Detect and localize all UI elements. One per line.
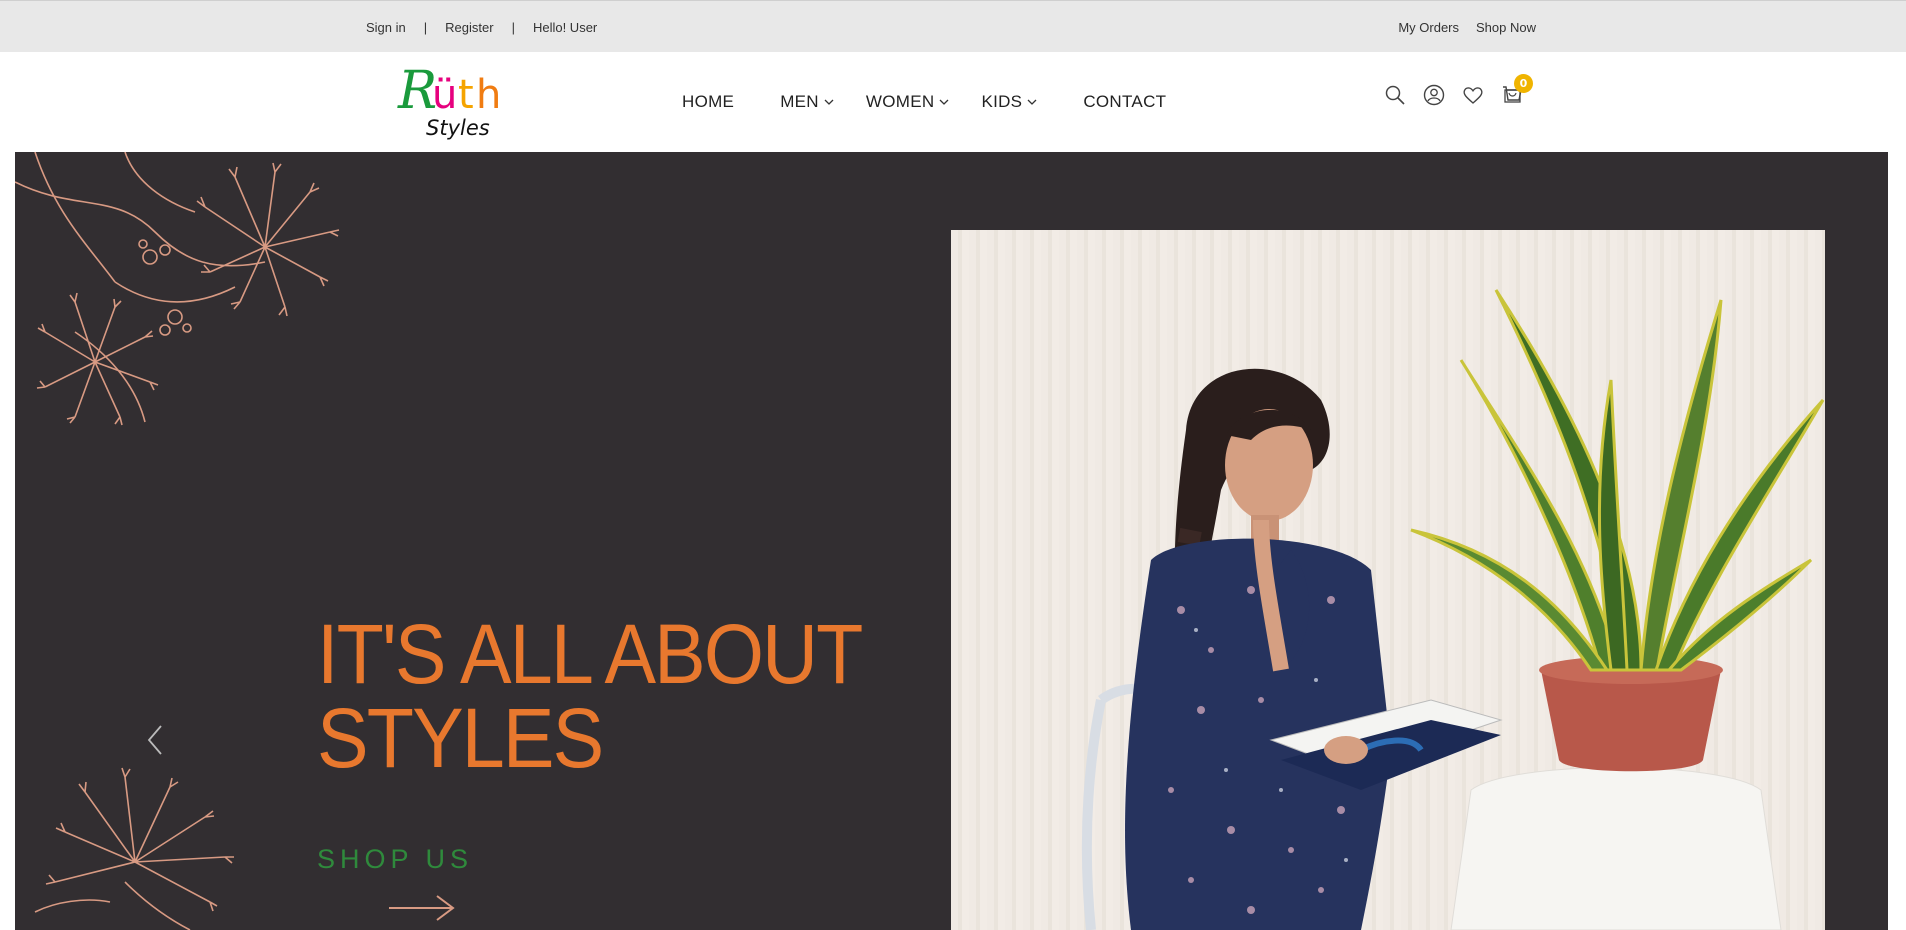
nav-women-label: WOMEN xyxy=(865,92,935,111)
nav-home-label: HOME xyxy=(682,92,735,111)
nav-men[interactable]: MEN xyxy=(780,92,834,112)
svg-text:ü: ü xyxy=(432,72,457,118)
svg-text:h: h xyxy=(476,72,501,118)
separator: | xyxy=(423,19,428,35)
user-icon[interactable] xyxy=(1423,84,1445,106)
nav-men-label: MEN xyxy=(780,92,819,111)
nav-home[interactable]: HOME xyxy=(682,92,734,112)
sign-in-link[interactable]: Sign in xyxy=(366,20,406,35)
hero-photo xyxy=(951,230,1825,930)
nav-kids[interactable]: KIDS xyxy=(981,92,1037,112)
my-orders-link[interactable]: My Orders xyxy=(1398,20,1459,35)
search-icon[interactable] xyxy=(1384,84,1406,106)
heart-icon[interactable] xyxy=(1462,84,1484,106)
nav-contact[interactable]: CONTACT xyxy=(1083,92,1166,112)
account-links: Sign in | Register | Hello! User xyxy=(366,1,597,53)
floral-decoration xyxy=(34,767,234,930)
main-navigation: HOME MEN WOMEN KIDS CONTACT xyxy=(682,52,1166,152)
hero-headline: IT'S ALL ABOUT STYLES xyxy=(317,607,863,785)
chevron-down-icon xyxy=(824,99,834,105)
hero-slider: IT'S ALL ABOUT STYLES SHOP US xyxy=(15,152,1888,930)
main-header: R ü t h Styles HOME MEN WOMEN KIDS CONTA… xyxy=(0,52,1906,152)
floral-decoration xyxy=(15,152,340,426)
register-link[interactable]: Register xyxy=(445,20,493,35)
hero-headline-line2: STYLES xyxy=(317,691,604,785)
nav-kids-label: KIDS xyxy=(981,92,1023,111)
hero-photo-illustration xyxy=(951,230,1825,930)
shop-now-link[interactable]: Shop Now xyxy=(1476,20,1536,35)
nav-women[interactable]: WOMEN xyxy=(866,92,950,112)
cart-count-badge: 0 xyxy=(1514,74,1533,93)
arrow-right-icon[interactable] xyxy=(387,892,457,922)
slider-prev-icon[interactable] xyxy=(143,720,167,760)
ruth-styles-logo[interactable]: R ü t h Styles xyxy=(396,60,506,144)
shop-us-link[interactable]: SHOP US xyxy=(317,844,473,875)
cart-button[interactable]: 0 xyxy=(1501,74,1533,106)
hero-headline-line1: IT'S ALL ABOUT xyxy=(317,607,863,701)
svg-text:t: t xyxy=(458,72,474,118)
separator: | xyxy=(511,19,515,35)
nav-contact-label: CONTACT xyxy=(1083,92,1167,111)
top-utility-bar: Sign in | Register | Hello! User My Orde… xyxy=(0,0,1906,52)
order-links: My Orders Shop Now xyxy=(1398,1,1536,53)
user-greeting: Hello! User xyxy=(532,19,598,35)
chevron-down-icon xyxy=(1027,99,1037,105)
svg-text:Styles: Styles xyxy=(426,116,490,140)
chevron-down-icon xyxy=(939,99,949,105)
header-icons: 0 xyxy=(1384,74,1533,106)
